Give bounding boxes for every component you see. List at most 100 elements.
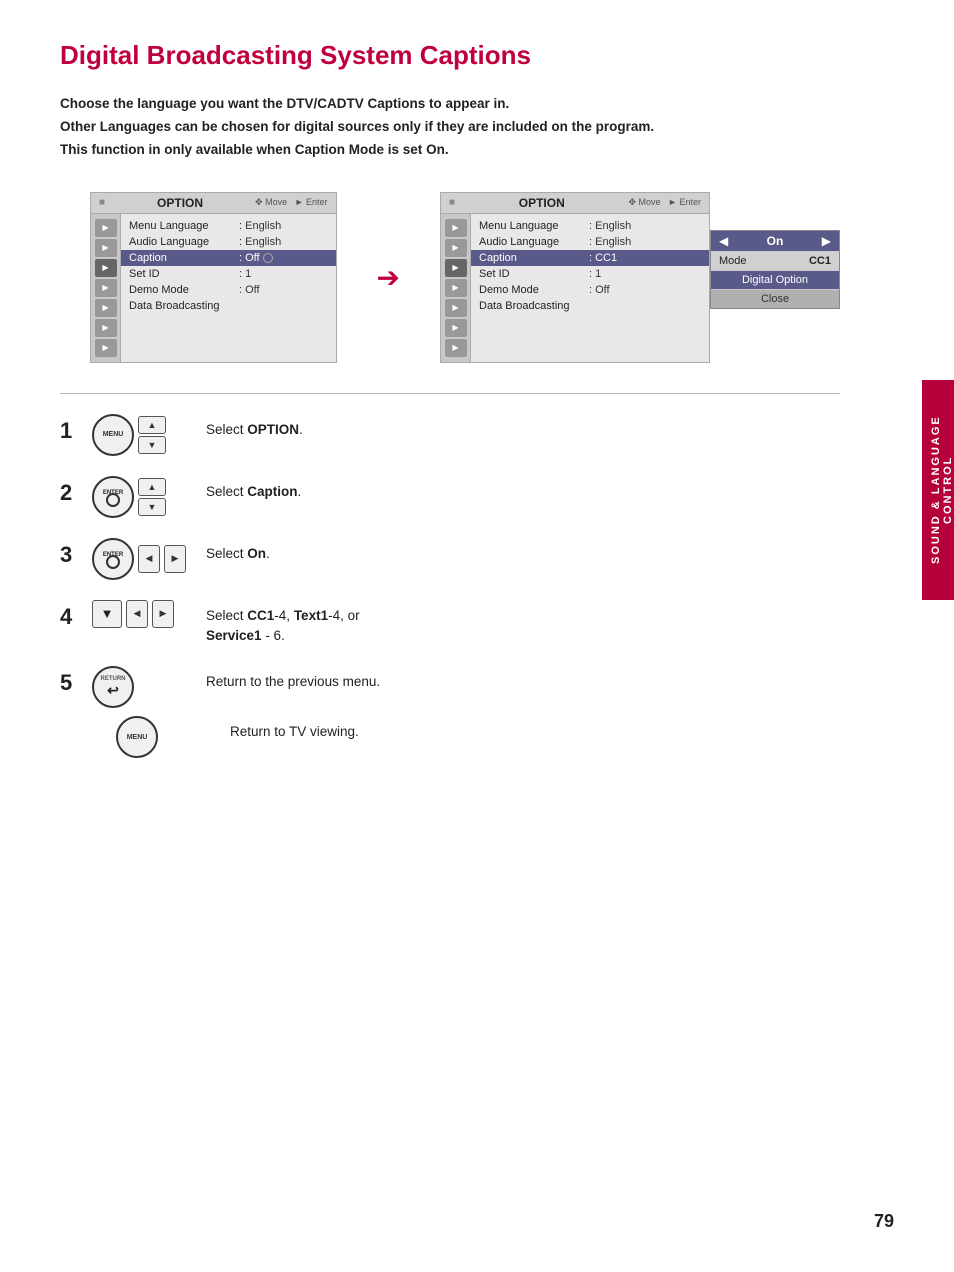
menu-right-items: Menu Language : English Audio Language :… <box>471 214 709 362</box>
step-3: 3 ENTER ◀ ▶ Select On. <box>60 538 840 580</box>
step-5-text: Return to the previous menu. <box>206 666 380 692</box>
intro-line-1: Choose the language you want the DTV/CAD… <box>60 93 840 116</box>
r-icon-4: ▶ <box>445 279 467 297</box>
r-menu-item-caption: Caption : CC1 <box>471 250 709 266</box>
up-arrow-1[interactable]: ▲ <box>138 416 166 434</box>
value-audio-language: : English <box>239 236 281 248</box>
menu-item-audio-language: Audio Language : English <box>121 234 336 250</box>
r-label-audio-language: Audio Language <box>479 236 589 248</box>
menu-box-left: ■ OPTION ✥ Move ► Enter ▶ ▶ ▶ ▶ ▶ ▶ ▶ <box>90 192 337 363</box>
icon-4: ▶ <box>95 279 117 297</box>
step-4-number: 4 <box>60 604 78 630</box>
r-label-demo-mode: Demo Mode <box>479 284 589 296</box>
menu-right-group: ■ OPTION ✥ Move ► Enter ▶ ▶ ▶ ▶ ▶ ▶ ▶ <box>440 192 840 363</box>
step-menu-return: MENU Return to TV viewing. <box>116 716 840 758</box>
submenu-digital-option-label: Digital Option <box>742 274 808 286</box>
step-4-text: Select CC1-4, Text1-4, orService1 - 6. <box>206 600 360 647</box>
step-5: 5 RETURN ↩ Return to the previous menu. <box>60 666 840 708</box>
lr-arrows-4: ◀ ▶ <box>126 600 174 628</box>
r-icon-2: ▶ <box>445 239 467 257</box>
icon-7: ▶ <box>95 339 117 357</box>
step-2: 2 ENTER ▲ ▼ Select Caption. <box>60 476 840 518</box>
submenu-close-label: Close <box>761 293 789 305</box>
arrow-right-icon: ▶ <box>822 234 831 248</box>
menu-button-1[interactable]: MENU <box>92 414 134 456</box>
menu-item-caption: Caption : Off <box>121 250 336 266</box>
caption-circle <box>263 253 273 263</box>
submenu-popup: ◀ On ▶ Mode CC1 Digital Option Close <box>710 230 840 363</box>
r-icon-7: ▶ <box>445 339 467 357</box>
menus-row: ■ OPTION ✥ Move ► Enter ▶ ▶ ▶ ▶ ▶ ▶ ▶ <box>90 192 840 363</box>
menu-box-right-header: ■ OPTION ✥ Move ► Enter <box>441 193 709 214</box>
up-arrow-2[interactable]: ▲ <box>138 478 166 496</box>
page-number: 79 <box>874 1211 894 1232</box>
menu-left-controls: ✥ Move ► Enter <box>255 197 327 208</box>
menu-item-set-id: Set ID : 1 <box>121 266 336 282</box>
step-3-icons: ENTER ◀ ▶ <box>92 538 192 580</box>
menu-box-right: ■ OPTION ✥ Move ► Enter ▶ ▶ ▶ ▶ ▶ ▶ ▶ <box>440 192 710 363</box>
right-arrow-3[interactable]: ▶ <box>164 545 186 573</box>
up-down-arrows-2: ▲ ▼ <box>138 478 166 516</box>
steps-section: 1 MENU ▲ ▼ Select OPTION. 2 ENTER <box>60 414 840 759</box>
page-title: Digital Broadcasting System Captions <box>60 40 840 71</box>
enter-button-2[interactable]: ENTER <box>92 476 134 518</box>
side-tab: SOUND & LANGUAGE CONTROL <box>922 380 954 600</box>
down-arrow-1[interactable]: ▼ <box>138 436 166 454</box>
value-caption: : Off <box>239 252 260 264</box>
menu-item-demo-mode: Demo Mode : Off <box>121 282 336 298</box>
left-arrow-4[interactable]: ◀ <box>126 600 148 628</box>
step-2-text: Select Caption. <box>206 476 301 502</box>
r-value-set-id: : 1 <box>589 268 601 280</box>
step-3-number: 3 <box>60 542 78 568</box>
r-value-caption: : CC1 <box>589 252 617 264</box>
step-4-icons: ▼ ◀ ▶ <box>92 600 192 628</box>
menu-button-return[interactable]: MENU <box>116 716 158 758</box>
step-4: 4 ▼ ◀ ▶ Select CC1-4, Text1-4, orService… <box>60 600 840 647</box>
step-1-number: 1 <box>60 418 78 444</box>
menu-right-controls: ✥ Move ► Enter <box>629 197 701 208</box>
main-content: Digital Broadcasting System Captions Cho… <box>0 0 900 818</box>
icon-1: ▶ <box>95 219 117 237</box>
up-down-arrows-1: ▲ ▼ <box>138 416 166 454</box>
step-2-number: 2 <box>60 480 78 506</box>
down-arrow-2[interactable]: ▼ <box>138 498 166 516</box>
right-arrow-4[interactable]: ▶ <box>152 600 174 628</box>
r-label-menu-language: Menu Language <box>479 220 589 232</box>
icon-2: ▶ <box>95 239 117 257</box>
menu-label-return: MENU <box>127 734 148 741</box>
menu-right-title: OPTION <box>519 196 565 210</box>
value-set-id: : 1 <box>239 268 251 280</box>
r-icon-5: ▶ <box>445 299 467 317</box>
label-set-id: Set ID <box>129 268 239 280</box>
intro-text: Choose the language you want the DTV/CAD… <box>60 93 840 162</box>
menu-left-title: OPTION <box>157 196 203 210</box>
label-menu-language: Menu Language <box>129 220 239 232</box>
step-1: 1 MENU ▲ ▼ Select OPTION. <box>60 414 840 456</box>
step-2-icons: ENTER ▲ ▼ <box>92 476 192 518</box>
lr-arrows-3: ◀ ▶ <box>138 545 186 573</box>
submenu-close-row: Close <box>711 290 839 308</box>
return-button[interactable]: RETURN ↩ <box>92 666 134 708</box>
submenu-cc1-label: CC1 <box>809 255 831 267</box>
step-menu-return-text: Return to TV viewing. <box>230 716 359 742</box>
step-3-text: Select On. <box>206 538 270 564</box>
r-menu-item-menu-language: Menu Language : English <box>471 218 709 234</box>
r-icon-6: ▶ <box>445 319 467 337</box>
divider <box>60 393 840 394</box>
r-icon-3: ▶ <box>445 259 467 277</box>
enter-circle-inner <box>106 493 120 507</box>
icon-6: ▶ <box>95 319 117 337</box>
value-demo-mode: : Off <box>239 284 260 296</box>
left-arrow-3[interactable]: ◀ <box>138 545 160 573</box>
r-value-menu-language: : English <box>589 220 631 232</box>
label-caption: Caption <box>129 252 239 264</box>
step-1-text: Select OPTION. <box>206 414 303 440</box>
r-menu-item-demo-mode: Demo Mode : Off <box>471 282 709 298</box>
step-5-number: 5 <box>60 670 78 696</box>
menu-box-left-header: ■ OPTION ✥ Move ► Enter <box>91 193 336 214</box>
menu-left-icons: ▶ ▶ ▶ ▶ ▶ ▶ ▶ <box>91 214 121 362</box>
enter-circle-inner-3 <box>106 555 120 569</box>
enter-button-3[interactable]: ENTER <box>92 538 134 580</box>
down-arrow-btn-4[interactable]: ▼ <box>92 600 122 628</box>
r-value-audio-language: : English <box>589 236 631 248</box>
